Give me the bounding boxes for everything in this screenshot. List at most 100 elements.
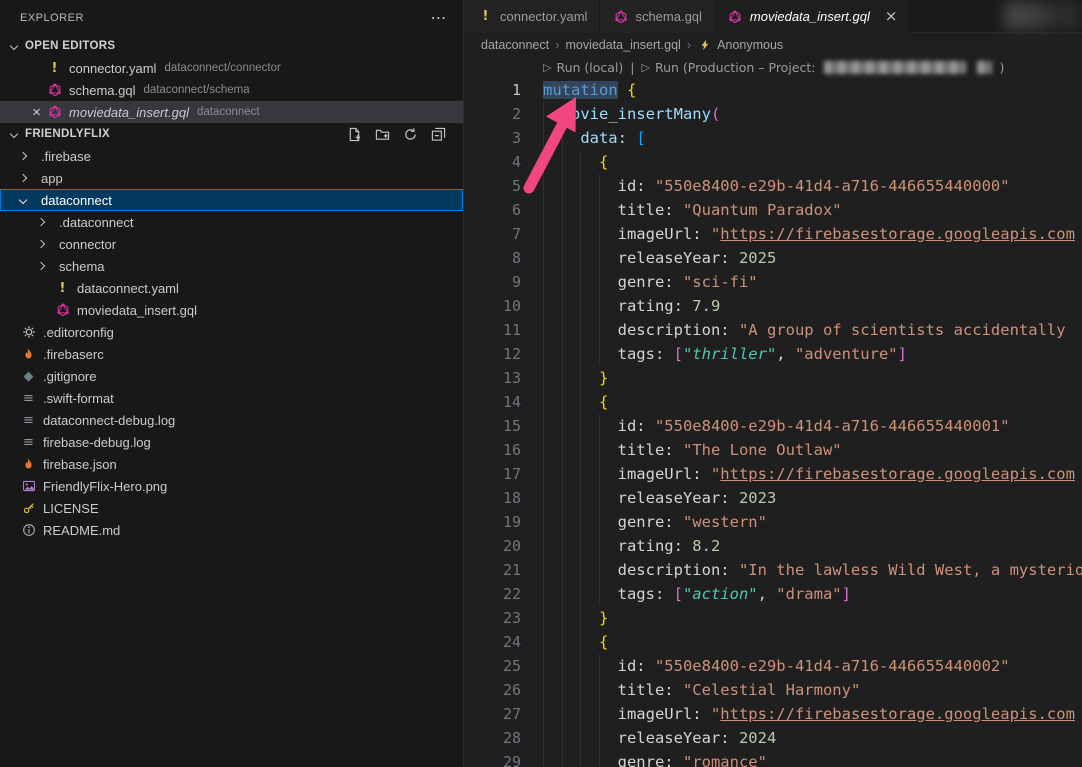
refresh-icon[interactable] xyxy=(402,126,419,142)
line-number[interactable]: 3 xyxy=(465,126,537,150)
line-number[interactable]: 9 xyxy=(465,270,537,294)
breadcrumb-folder[interactable]: dataconnect xyxy=(481,38,549,52)
tree-item-.editorconfig[interactable]: .editorconfig xyxy=(0,321,463,343)
code-line-16[interactable]: 16 title: "The Lone Outlaw" xyxy=(465,438,1082,462)
line-number[interactable]: 25 xyxy=(465,654,537,678)
tree-item-schema[interactable]: schema xyxy=(0,255,463,277)
breadcrumb-file[interactable]: moviedata_insert.gql xyxy=(565,38,680,52)
line-number[interactable]: 12 xyxy=(465,342,537,366)
code-line-7[interactable]: 7 imageUrl: "https://firebasestorage.goo… xyxy=(465,222,1082,246)
tree-item-connector[interactable]: connector xyxy=(0,233,463,255)
open-editor-connector.yaml[interactable]: !connector.yamldataconnect/connector xyxy=(0,57,463,79)
tree-item-README.md[interactable]: README.md xyxy=(0,519,463,541)
code-line-8[interactable]: 8 releaseYear: 2025 xyxy=(465,246,1082,270)
code-line-18[interactable]: 18 releaseYear: 2023 xyxy=(465,486,1082,510)
run-local-link[interactable]: ▷ Run (local) xyxy=(543,60,623,75)
project-section-header[interactable]: FRIENDLYFLIX xyxy=(0,123,463,145)
tree-item-.swift-format[interactable]: ≡.swift-format xyxy=(0,387,463,409)
code-line-25[interactable]: 25 id: "550e8400-e29b-41d4-a716-44665544… xyxy=(465,654,1082,678)
code-editor[interactable]: ▷ Run (local) | ▷ Run (Production – Proj… xyxy=(465,56,1082,767)
code-line-27[interactable]: 27 imageUrl: "https://firebasestorage.go… xyxy=(465,702,1082,726)
code-line-20[interactable]: 20 rating: 8.2 xyxy=(465,534,1082,558)
breadcrumb-symbol[interactable]: Anonymous xyxy=(717,38,783,52)
line-number[interactable]: 10 xyxy=(465,294,537,318)
open-editor-schema.gql[interactable]: schema.gqldataconnect/schema xyxy=(0,79,463,101)
code-line-19[interactable]: 19 genre: "western" xyxy=(465,510,1082,534)
line-number[interactable]: 7 xyxy=(465,222,537,246)
code-line-1[interactable]: 1mutation { xyxy=(465,78,1082,102)
code-line-11[interactable]: 11 description: "A group of scientists a… xyxy=(465,318,1082,342)
line-number[interactable]: 4 xyxy=(465,150,537,174)
tree-item-dataconnect[interactable]: dataconnect xyxy=(0,189,463,211)
line-number[interactable]: 27 xyxy=(465,702,537,726)
code-line-21[interactable]: 21 description: "In the lawless Wild Wes… xyxy=(465,558,1082,582)
line-number[interactable]: 16 xyxy=(465,438,537,462)
code-line-5[interactable]: 5 id: "550e8400-e29b-41d4-a716-446655440… xyxy=(465,174,1082,198)
collapse-all-icon[interactable] xyxy=(430,126,447,142)
code-line-9[interactable]: 9 genre: "sci-fi" xyxy=(465,270,1082,294)
tree-item-app[interactable]: app xyxy=(0,167,463,189)
line-number[interactable]: 17 xyxy=(465,462,537,486)
code-line-29[interactable]: 29 genre: "romance" xyxy=(465,750,1082,767)
tree-item-dataconnect.yaml[interactable]: !dataconnect.yaml xyxy=(0,277,463,299)
tree-item-firebase-debug.log[interactable]: ≡firebase-debug.log xyxy=(0,431,463,453)
line-number[interactable]: 19 xyxy=(465,510,537,534)
open-editor-moviedata_insert.gql[interactable]: ×moviedata_insert.gqldataconnect xyxy=(0,101,463,123)
tree-item-FriendlyFlix-Hero.png[interactable]: FriendlyFlix-Hero.png xyxy=(0,475,463,497)
code-line-23[interactable]: 23 } xyxy=(465,606,1082,630)
line-number[interactable]: 23 xyxy=(465,606,537,630)
tab-schema.gql[interactable]: schema.gql xyxy=(600,0,714,33)
line-number[interactable]: 24 xyxy=(465,630,537,654)
code-line-28[interactable]: 28 releaseYear: 2024 xyxy=(465,726,1082,750)
code-line-4[interactable]: 4 { xyxy=(465,150,1082,174)
more-actions-icon[interactable]: ⋯ xyxy=(431,8,448,27)
open-editors-section-header[interactable]: OPEN EDITORS xyxy=(0,35,463,57)
code-line-26[interactable]: 26 title: "Celestial Harmony" xyxy=(465,678,1082,702)
tree-item-.firebaserc[interactable]: .firebaserc xyxy=(0,343,463,365)
code-line-15[interactable]: 15 id: "550e8400-e29b-41d4-a716-44665544… xyxy=(465,414,1082,438)
tree-item-firebase.json[interactable]: firebase.json xyxy=(0,453,463,475)
close-tab-icon[interactable]: × xyxy=(885,9,898,24)
line-number[interactable]: 21 xyxy=(465,558,537,582)
new-folder-icon[interactable] xyxy=(374,126,391,142)
code-line-24[interactable]: 24 { xyxy=(465,630,1082,654)
code-line-17[interactable]: 17 imageUrl: "https://firebasestorage.go… xyxy=(465,462,1082,486)
tree-item-dataconnect-debug.log[interactable]: ≡dataconnect-debug.log xyxy=(0,409,463,431)
line-content: id: "550e8400-e29b-41d4-a716-44665544000… xyxy=(543,654,1010,678)
code-line-6[interactable]: 6 title: "Quantum Paradox" xyxy=(465,198,1082,222)
tree-item-moviedata_insert.gql[interactable]: moviedata_insert.gql xyxy=(0,299,463,321)
tree-item-.gitignore[interactable]: ◆.gitignore xyxy=(0,365,463,387)
line-number[interactable]: 26 xyxy=(465,678,537,702)
line-number[interactable]: 6 xyxy=(465,198,537,222)
line-number[interactable]: 20 xyxy=(465,534,537,558)
code-line-13[interactable]: 13 } xyxy=(465,366,1082,390)
code-line-14[interactable]: 14 { xyxy=(465,390,1082,414)
line-number[interactable]: 28 xyxy=(465,726,537,750)
line-number[interactable]: 29 xyxy=(465,750,537,767)
tab-connector.yaml[interactable]: !connector.yaml xyxy=(465,0,600,33)
line-number[interactable]: 11 xyxy=(465,318,537,342)
line-number[interactable]: 18 xyxy=(465,486,537,510)
tree-item-.dataconnect[interactable]: .dataconnect xyxy=(0,211,463,233)
line-number[interactable]: 8 xyxy=(465,246,537,270)
code-line-2[interactable]: 2 movie_insertMany( xyxy=(465,102,1082,126)
lines-icon: ≡ xyxy=(20,390,37,406)
chevron-right-icon xyxy=(37,262,45,270)
new-file-icon[interactable] xyxy=(346,126,363,142)
run-production-link[interactable]: ▷ Run (Production – Project: ) xyxy=(642,60,1005,75)
close-editor-icon[interactable]: × xyxy=(27,105,46,120)
line-number[interactable]: 13 xyxy=(465,366,537,390)
line-number[interactable]: 14 xyxy=(465,390,537,414)
code-line-22[interactable]: 22 tags: ["action", "drama"] xyxy=(465,582,1082,606)
code-line-10[interactable]: 10 rating: 7.9 xyxy=(465,294,1082,318)
code-line-3[interactable]: 3 data: [ xyxy=(465,126,1082,150)
tree-item-.firebase[interactable]: .firebase xyxy=(0,145,463,167)
code-line-12[interactable]: 12 tags: ["thriller", "adventure"] xyxy=(465,342,1082,366)
line-number[interactable]: 2 xyxy=(465,102,537,126)
line-number[interactable]: 1 xyxy=(465,78,537,102)
tree-item-LICENSE[interactable]: LICENSE xyxy=(0,497,463,519)
line-number[interactable]: 15 xyxy=(465,414,537,438)
tab-moviedata_insert.gql[interactable]: moviedata_insert.gql× xyxy=(715,0,911,33)
line-number[interactable]: 22 xyxy=(465,582,537,606)
line-number[interactable]: 5 xyxy=(465,174,537,198)
